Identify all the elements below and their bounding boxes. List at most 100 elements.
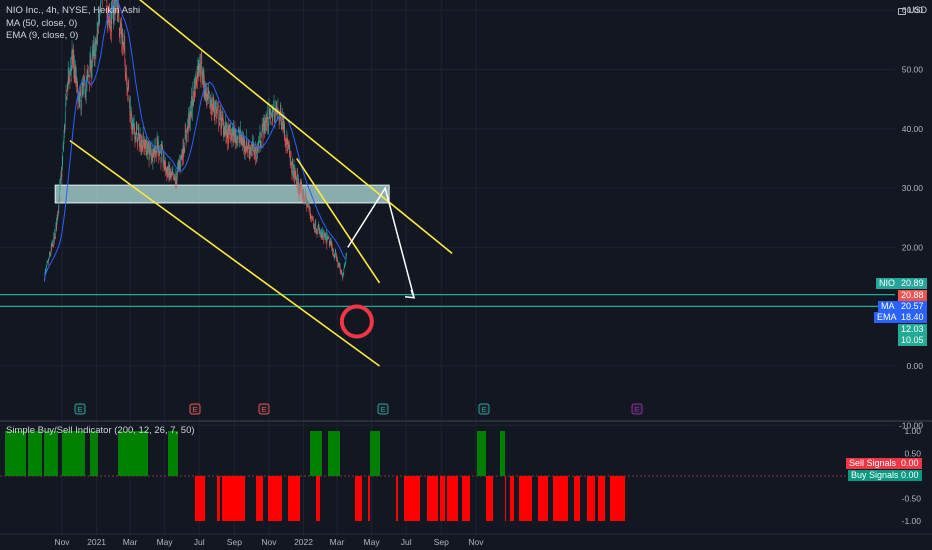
candle-body xyxy=(345,263,346,264)
candle-body xyxy=(184,149,186,151)
earnings-marker-label: E xyxy=(634,405,639,414)
candle-body xyxy=(84,75,86,77)
price-axis-label: 20.00 xyxy=(902,242,924,252)
candle-body xyxy=(289,149,291,151)
candle-body xyxy=(85,95,87,97)
time-axis-label: Mar xyxy=(123,537,138,547)
buy-signal-bar xyxy=(62,431,85,476)
ma-legend[interactable]: MA (50, close, 0) xyxy=(6,18,140,31)
candle-body xyxy=(303,199,305,201)
resistance-zone-rect[interactable] xyxy=(54,184,390,204)
projection-path[interactable] xyxy=(347,186,415,298)
candle-body xyxy=(215,107,217,108)
candle-body xyxy=(311,216,313,218)
candle-body xyxy=(211,111,212,115)
candle-body xyxy=(46,263,48,265)
candle-body xyxy=(297,175,298,177)
sell-signal-bar xyxy=(288,476,300,521)
trendline[interactable] xyxy=(102,0,453,254)
candle-body xyxy=(94,49,96,57)
time-axis-label: 2021 xyxy=(87,537,106,547)
buy-signals-value[interactable]: 0.00 xyxy=(898,470,922,481)
buy-signal-bar xyxy=(44,431,58,476)
candle-body xyxy=(201,61,203,63)
candle-body xyxy=(310,215,311,216)
candle-body xyxy=(261,133,263,138)
candle-body xyxy=(260,143,262,147)
sell-signal-bar xyxy=(610,476,625,521)
ma-50-line xyxy=(43,0,347,282)
candle-body xyxy=(175,175,177,179)
candle-body xyxy=(130,113,132,120)
candle-body xyxy=(290,155,292,157)
candle-body xyxy=(128,84,129,89)
target-circle-ring[interactable] xyxy=(339,304,374,339)
ma-line xyxy=(43,0,347,282)
prev-close-tag[interactable]: 20.88 xyxy=(898,290,927,301)
candle-body xyxy=(220,108,221,112)
candle-body xyxy=(266,110,268,117)
candle-body xyxy=(284,131,286,135)
level1-price-tag[interactable]: 12.03 xyxy=(898,324,927,335)
candle-body xyxy=(273,102,275,106)
level2-price-tag[interactable]: 10.05 xyxy=(898,335,927,346)
sell-signal-bar xyxy=(316,476,320,521)
candle-body xyxy=(189,119,191,123)
chart-legend: NIO Inc., 4h, NYSE, Heikin Ashi MA (50, … xyxy=(6,5,140,43)
support-levels[interactable] xyxy=(0,294,895,308)
candle-body xyxy=(63,146,64,148)
candle-body xyxy=(78,96,79,102)
candle-body xyxy=(217,107,218,109)
chart-canvas[interactable]: EEEEEE 80.0070.0060.0050.0040.0030.0020.… xyxy=(0,0,932,550)
sell-signal-bar xyxy=(462,476,470,521)
candle-body xyxy=(235,134,237,136)
currency-selector[interactable]: USD xyxy=(898,5,927,15)
candle-body xyxy=(150,150,152,151)
earnings-marker-label: E xyxy=(481,405,486,414)
ema-price-tag[interactable]: 18.40 xyxy=(898,312,927,323)
lock-icon xyxy=(898,7,906,15)
target-circle[interactable] xyxy=(339,304,374,339)
candle-body xyxy=(133,121,135,123)
candle-body xyxy=(300,184,302,188)
resistance-zone[interactable] xyxy=(54,184,390,204)
candle-body xyxy=(312,217,314,220)
time-axis-label: Sep xyxy=(227,537,242,547)
candle-body xyxy=(270,121,272,123)
candle-body xyxy=(192,109,193,111)
price-axis[interactable]: 80.0070.0060.0050.0040.0030.0020.0010.00… xyxy=(899,0,923,430)
projection-arrow[interactable] xyxy=(347,186,416,299)
sell-signal-bar xyxy=(427,476,438,521)
candle-body xyxy=(89,81,90,83)
ema-legend[interactable]: EMA (9, close, 0) xyxy=(6,30,140,43)
candle-body xyxy=(190,104,192,111)
candle-body xyxy=(158,141,159,146)
candle-body xyxy=(167,172,169,174)
time-axis[interactable]: Nov 2021 Mar May Jul Sep Nov 2022 Mar May Jul Sep No… xyxy=(0,533,932,547)
indicator-title[interactable]: Simple Buy/Sell Indicator (200, 12, 26, … xyxy=(6,425,195,436)
nio-price-tag[interactable]: 20.89 xyxy=(898,278,927,289)
trendlines[interactable] xyxy=(69,0,453,367)
sell-signals-value[interactable]: 0.00 xyxy=(898,458,922,469)
price-axis-label: 50.00 xyxy=(902,65,924,75)
candle-body xyxy=(80,92,81,96)
earnings-events[interactable]: EEEEEE xyxy=(74,403,643,415)
ma-tag-label: MA xyxy=(878,301,898,312)
candle-body xyxy=(88,76,90,78)
candle-body xyxy=(136,127,138,130)
time-axis-label: May xyxy=(364,537,381,547)
buy-signal-bar xyxy=(168,431,178,476)
candle-body xyxy=(134,126,135,135)
candle-body xyxy=(66,97,68,101)
indicator-axis-label: 0.50 xyxy=(904,449,921,459)
price-axis-label: 0.00 xyxy=(906,361,923,371)
candle-body xyxy=(73,61,75,67)
ma-price-tag[interactable]: 20.57 xyxy=(898,301,927,312)
candle-body xyxy=(262,125,263,126)
symbol-title[interactable]: NIO Inc., 4h, NYSE, Heikin Ashi xyxy=(6,5,140,18)
candle-body xyxy=(176,176,178,181)
candle-body xyxy=(339,265,341,267)
sell-signal-bar xyxy=(256,476,263,521)
buy-signal-bar xyxy=(500,431,505,476)
candle-body xyxy=(290,158,291,160)
